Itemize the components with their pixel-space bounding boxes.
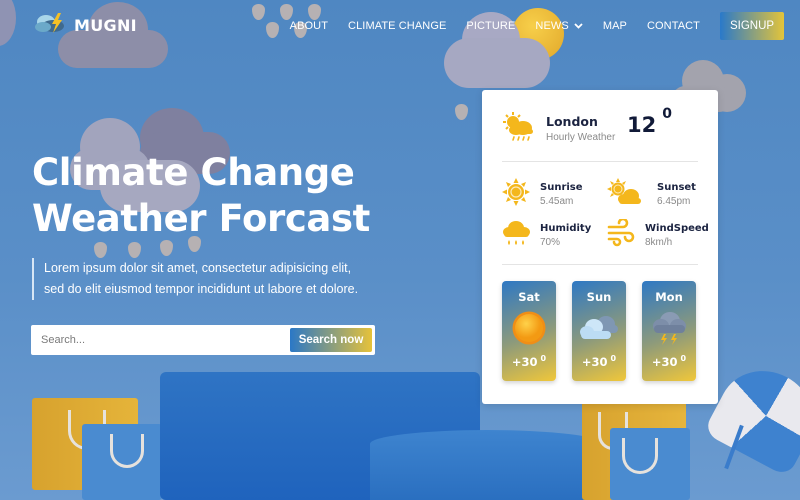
shopping-bag-decoration <box>610 428 690 500</box>
degree-symbol: 0 <box>540 354 547 363</box>
forecast-temp: +30 0 <box>572 354 626 369</box>
raindrop-decoration <box>252 4 265 20</box>
main-nav: ABOUT CLIMATE CHANGE PICTURE NEWS MAP CO… <box>290 12 784 40</box>
stat-sunrise: Sunrise 5.45am <box>502 178 583 210</box>
forecast-temp-value: +30 <box>581 354 608 369</box>
forecast-day-mon[interactable]: Mon +30 0 <box>642 281 696 381</box>
nav-label: MAP <box>602 20 627 32</box>
nav-item-news[interactable]: NEWS <box>535 20 583 32</box>
forecast-day-sat[interactable]: Sat +30 0 <box>502 281 556 381</box>
stat-value: 5.45am <box>540 195 574 207</box>
nav-item-contact[interactable]: CONTACT <box>647 20 700 32</box>
hero-title-line: Climate Change <box>32 151 355 194</box>
weather-current: London Hourly Weather <box>502 112 615 146</box>
nav-item-map[interactable]: MAP <box>603 20 627 32</box>
raindrop-decoration <box>160 240 173 256</box>
forecast-day-name: Mon <box>655 290 683 304</box>
search-input[interactable] <box>41 334 290 346</box>
forecast-day-name: Sat <box>518 290 540 304</box>
raindrop-decoration <box>94 242 107 258</box>
stat-label: Humidity <box>540 222 592 234</box>
shopping-bag-decoration <box>82 424 162 500</box>
thunderstorm-icon <box>642 308 696 348</box>
temperature-value: 12 <box>627 113 657 137</box>
nav-label: CLIMATE CHANGE <box>348 20 447 32</box>
sun-behind-cloud-icon <box>607 178 643 210</box>
signup-button[interactable]: SIGNUP <box>720 12 784 40</box>
degree-symbol: 0 <box>680 354 687 363</box>
brand-name: MUGNI <box>74 15 137 35</box>
degree-symbol: 0 <box>610 354 617 363</box>
nav-label: PICTURE <box>466 20 516 32</box>
sun-icon <box>502 178 530 210</box>
nav-item-climate-change[interactable]: CLIMATE CHANGE <box>348 20 446 32</box>
city-name: London <box>546 114 598 129</box>
storm-cloud-logo-icon <box>34 12 68 38</box>
cloudy-icon <box>572 308 626 348</box>
stat-sunset: Sunset 6.45pm <box>607 178 696 210</box>
wind-icon <box>607 217 635 251</box>
nav-label: CONTACT <box>646 20 700 32</box>
stat-value: 8km/h <box>645 236 673 248</box>
raindrop-decoration <box>455 104 468 120</box>
city-subtitle: Hourly Weather <box>546 132 616 143</box>
nav-label: ABOUT <box>289 20 329 32</box>
sun-cloud-rain-icon <box>502 112 536 146</box>
current-temperature: 12 0 <box>627 106 672 137</box>
rain-cloud-icon <box>502 219 530 251</box>
podium-decoration <box>370 430 604 500</box>
search-bar: Search now <box>31 325 375 355</box>
stat-value: 6.45pm <box>657 195 691 207</box>
divider <box>502 161 698 162</box>
stat-humidity: Humidity 70% <box>502 219 591 251</box>
hero-description: Lorem ipsum dolor sit amet, consectetur … <box>32 258 372 300</box>
forecast-temp: +30 0 <box>642 354 696 369</box>
forecast-temp-value: +30 <box>511 354 538 369</box>
raindrop-decoration <box>128 242 141 258</box>
forecast-day-name: Sun <box>586 290 612 304</box>
raindrop-decoration <box>266 22 279 38</box>
cloud-decoration <box>0 0 20 50</box>
search-now-button[interactable]: Search now <box>290 328 372 352</box>
sunny-icon <box>502 308 556 348</box>
stat-label: Sunset <box>657 181 696 193</box>
umbrella-decoration <box>702 354 800 478</box>
stat-label: Sunrise <box>540 181 583 193</box>
nav-item-picture[interactable]: PICTURE <box>466 20 515 32</box>
weather-card: London Hourly Weather 12 0 Sunrise 5.45am <box>482 90 718 404</box>
hero-title: Climate Change Weather Forcast <box>32 150 370 242</box>
hero-title-line: Weather Forcast <box>32 197 370 240</box>
stat-label: WindSpeed <box>645 222 709 234</box>
forecast-temp-value: +30 <box>651 354 678 369</box>
forecast-day-sun[interactable]: Sun +30 0 <box>572 281 626 381</box>
stat-value: 70% <box>540 236 561 248</box>
divider <box>502 264 698 265</box>
chevron-down-icon <box>574 20 583 32</box>
stat-windspeed: WindSpeed 8km/h <box>607 217 709 251</box>
degree-symbol: 0 <box>662 106 672 122</box>
brand-logo[interactable]: MUGNI <box>34 12 137 38</box>
nav-item-about[interactable]: ABOUT <box>290 20 328 32</box>
forecast-temp: +30 0 <box>502 354 556 369</box>
nav-label: NEWS <box>535 20 569 32</box>
